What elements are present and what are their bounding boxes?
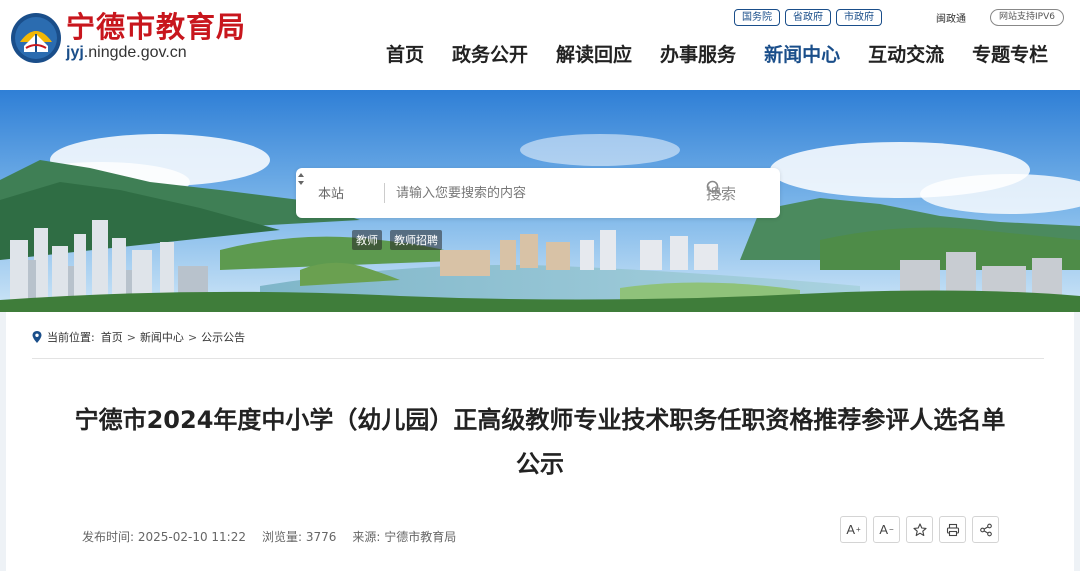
top-link-guowuyuan[interactable]: 国务院 — [734, 9, 780, 26]
breadcrumb-label: 当前位置: — [47, 331, 95, 344]
star-icon — [912, 522, 927, 536]
share-button[interactable] — [972, 516, 999, 543]
domain-suffix: .ningde.gov.cn — [83, 44, 187, 61]
font-increase-label: A — [846, 522, 855, 537]
article-tools: A + A − — [840, 516, 999, 543]
printer-icon — [946, 523, 959, 536]
search-divider — [384, 183, 385, 203]
main-nav: 首页 政务公开 解读回应 办事服务 新闻中心 互动交流 专题专栏 — [372, 40, 1062, 70]
article-panel: 当前位置: 首页 > 新闻中心 > 公示公告 宁德市2024年度中小学（幼儿园）… — [6, 312, 1074, 571]
font-decrease-button[interactable]: A − — [873, 516, 900, 543]
breadcrumb-announcements[interactable]: 公示公告 — [201, 329, 245, 345]
breadcrumb-separator: > — [126, 330, 136, 344]
favorite-button[interactable] — [906, 516, 933, 543]
nav-item-topics[interactable]: 专题专栏 — [958, 40, 1062, 70]
search-input[interactable] — [396, 179, 696, 207]
page: 宁德市教育局 jyj.ningde.gov.cn 国务院 省政府 市政府 闽政通… — [0, 0, 1080, 571]
location-pin-icon — [32, 331, 42, 343]
hot-tag-teacher[interactable]: 教师 — [352, 230, 382, 250]
nav-item-home[interactable]: 首页 — [372, 40, 438, 70]
site-name[interactable]: 宁德市教育局 — [66, 4, 246, 46]
top-link-shengzhengfu[interactable]: 省政府 — [785, 9, 831, 26]
nav-item-interaction[interactable]: 互动交流 — [854, 40, 958, 70]
plus-icon: + — [856, 525, 861, 534]
breadcrumb-home[interactable]: 首页 — [101, 329, 123, 345]
nav-item-services[interactable]: 办事服务 — [646, 40, 750, 70]
logo-emblem-icon[interactable] — [10, 12, 62, 64]
nav-item-interpretation[interactable]: 解读回应 — [542, 40, 646, 70]
print-button[interactable] — [939, 516, 966, 543]
updown-arrows-icon[interactable] — [296, 168, 306, 190]
breadcrumb-separator: > — [187, 330, 198, 344]
breadcrumb-news-center[interactable]: 新闻中心 — [140, 329, 184, 345]
search-button[interactable]: 搜索 — [706, 180, 736, 206]
domain-prefix: jyj — [66, 44, 84, 61]
top-links: 国务院 省政府 市政府 — [734, 9, 882, 26]
top-link-shizhengfu[interactable]: 市政府 — [836, 9, 882, 26]
minzhengtong-link[interactable]: 闽政通 — [936, 10, 966, 25]
view-count: 浏览量: 3776 — [262, 530, 337, 544]
breadcrumb-divider — [32, 358, 1044, 359]
search-box: 本站 搜索 — [296, 168, 780, 218]
search-icon — [706, 180, 722, 196]
breadcrumb: 当前位置: 首页 > 新闻中心 > 公示公告 — [32, 329, 245, 345]
minus-icon: − — [889, 525, 894, 534]
article-source: 来源: 宁德市教育局 — [352, 530, 457, 544]
site-domain: jyj.ningde.gov.cn — [66, 44, 187, 62]
share-icon — [979, 523, 992, 536]
ipv6-badge: 网站支持IPV6 — [990, 9, 1064, 26]
nav-item-news[interactable]: 新闻中心 — [750, 40, 854, 70]
font-decrease-label: A — [879, 522, 888, 537]
hot-tag-teacher-recruitment[interactable]: 教师招聘 — [390, 230, 442, 250]
search-scope-select[interactable]: 本站 — [318, 183, 344, 202]
article-title: 宁德市2024年度中小学（幼儿园）正高级教师专业技术职务任职资格推荐参评人选名单… — [74, 406, 1006, 478]
hot-search-tags: 教师 教师招聘 — [352, 230, 442, 250]
publish-time: 发布时间: 2025-02-10 11:22 — [82, 530, 246, 544]
site-header: 宁德市教育局 jyj.ningde.gov.cn 国务院 省政府 市政府 闽政通… — [0, 0, 1080, 90]
article-meta: 发布时间: 2025-02-10 11:22 浏览量: 3776 来源: 宁德市… — [82, 528, 456, 545]
nav-item-gov-affairs[interactable]: 政务公开 — [438, 40, 542, 70]
font-increase-button[interactable]: A + — [840, 516, 867, 543]
city-banner: 本站 搜索 教师 教师招聘 — [0, 90, 1080, 312]
